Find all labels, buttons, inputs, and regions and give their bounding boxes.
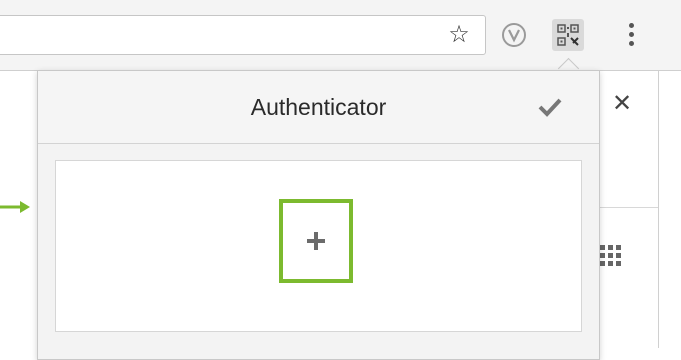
popup-header: Authenticator (38, 71, 599, 144)
check-icon[interactable] (538, 97, 562, 117)
menu-icon[interactable] (625, 21, 637, 49)
address-bar[interactable] (0, 15, 486, 55)
qr-code-extension-icon (557, 24, 579, 46)
vivaldi-icon[interactable] (501, 22, 527, 48)
authenticator-popup: Authenticator (37, 70, 600, 360)
popup-title: Authenticator (250, 93, 387, 120)
add-account-button[interactable] (279, 199, 353, 283)
page-divider (600, 207, 658, 208)
star-icon[interactable]: ☆ (445, 21, 473, 49)
apps-grid-icon[interactable] (600, 245, 624, 269)
plus-icon (307, 232, 325, 250)
browser-toolbar: ☆ (0, 0, 681, 71)
account-list-panel (55, 160, 582, 332)
page-divider (658, 70, 659, 348)
qr-code-extension-button[interactable] (552, 19, 584, 51)
annotation-arrow-icon (0, 201, 30, 213)
close-icon[interactable]: ✕ (612, 92, 632, 116)
